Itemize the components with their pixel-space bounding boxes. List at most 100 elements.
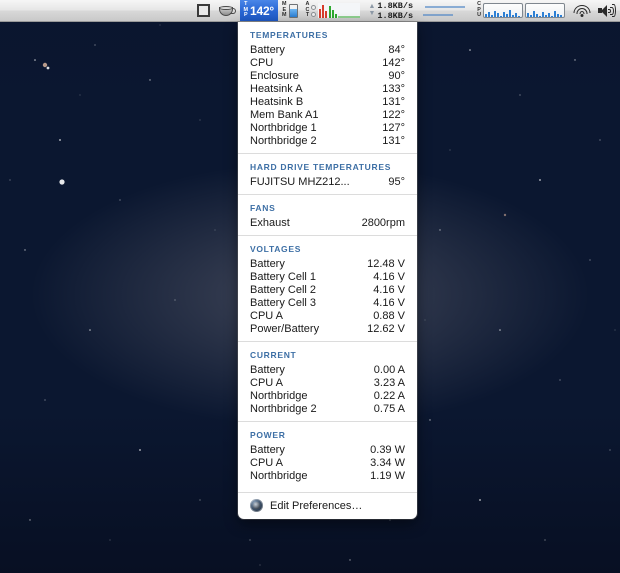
- sensor-label: CPU A: [250, 376, 284, 389]
- square-icon: [196, 4, 210, 17]
- cpu-menu-item[interactable]: C P U: [473, 0, 569, 21]
- sensor-row[interactable]: Northbridge 1.19 W: [238, 469, 417, 482]
- sensor-value: 0.39 W: [370, 443, 405, 456]
- edit-preferences-label: Edit Preferences…: [270, 499, 363, 512]
- memory-gauge-icon: [288, 3, 298, 18]
- sensor-row[interactable]: Heatsink B 131°: [238, 95, 417, 108]
- section-title: FANS: [250, 203, 276, 213]
- sensor-row[interactable]: Enclosure 90°: [238, 69, 417, 82]
- sensor-row[interactable]: Battery Cell 1 4.16 V: [238, 270, 417, 283]
- sensor-label: Northbridge 2: [250, 134, 317, 147]
- sensor-row[interactable]: CPU A 0.88 V: [238, 309, 417, 322]
- temperature-menu-item[interactable]: T M P 142°: [239, 0, 279, 21]
- sensor-row[interactable]: Battery 84°: [238, 43, 417, 56]
- wifi-icon: [573, 4, 590, 17]
- sensor-row[interactable]: Battery Cell 2 4.16 V: [238, 283, 417, 296]
- cpu-graph-2-icon: [525, 3, 565, 18]
- sensor-value: 127°: [382, 121, 405, 134]
- menu-bar: T M P 142° M E M A C T ▲ ▼ 1.8KB/s 1.8KB…: [0, 0, 620, 22]
- sensor-row[interactable]: Battery 0.39 W: [238, 443, 417, 456]
- act-label: A C T: [305, 1, 310, 19]
- sensor-label: Power/Battery: [250, 322, 320, 335]
- section-title: HARD DRIVE TEMPERATURES: [250, 162, 392, 172]
- tmp-label: T M P: [243, 1, 249, 19]
- sensor-value: 131°: [382, 134, 405, 147]
- sensor-row[interactable]: Mem Bank A1 122°: [238, 108, 417, 121]
- upload-speed: 1.8KB/s: [377, 0, 414, 11]
- sensor-value: 1.19 W: [370, 469, 405, 482]
- sensor-label: Enclosure: [250, 69, 299, 82]
- sensor-value: 133°: [382, 82, 405, 95]
- section-title: CURRENT: [250, 350, 297, 360]
- sensor-value: 131°: [382, 95, 405, 108]
- memory-menu-item[interactable]: M E M: [278, 0, 302, 21]
- speaker-icon: [598, 4, 616, 18]
- wifi-menu-item[interactable]: [569, 0, 594, 21]
- sensor-label: Northbridge: [250, 469, 308, 482]
- sensor-value: 0.22 A: [373, 389, 405, 402]
- sensor-value: 0.75 A: [373, 402, 405, 415]
- panel-section: POWER Battery 0.39 W CPU A 3.34 W Northbridge…: [238, 421, 417, 488]
- sensor-row[interactable]: Northbridge 0.22 A: [238, 389, 417, 402]
- sensor-value: 4.16 V: [373, 283, 405, 296]
- sensor-value: 142°: [382, 56, 405, 69]
- preferences-icon: [250, 499, 263, 512]
- sensor-row[interactable]: Battery 12.48 V: [238, 257, 417, 270]
- tmp-value: 142°: [250, 3, 275, 18]
- sensor-row[interactable]: Exhaust 2800rpm: [238, 216, 417, 229]
- sensor-row[interactable]: Heatsink A 133°: [238, 82, 417, 95]
- network-graph-icon: [423, 3, 467, 18]
- panel-section: CURRENT Battery 0.00 A CPU A 3.23 A Northbrid…: [238, 341, 417, 421]
- sensor-value: 12.62 V: [367, 322, 405, 335]
- sensor-label: Battery: [250, 43, 285, 56]
- sensor-label: Battery: [250, 443, 285, 456]
- sensor-value: 3.34 W: [370, 456, 405, 469]
- panel-section: HARD DRIVE TEMPERATURES FUJITSU MHZ212...…: [238, 153, 417, 194]
- sensor-row[interactable]: Battery Cell 3 4.16 V: [238, 296, 417, 309]
- network-speed-item[interactable]: ▲ ▼ 1.8KB/s 1.8KB/s: [364, 0, 417, 21]
- sensor-label: CPU A: [250, 309, 284, 322]
- sensor-label: Exhaust: [250, 216, 290, 229]
- sensor-label: Battery Cell 3: [250, 296, 317, 309]
- sensor-row[interactable]: CPU A 3.34 W: [238, 456, 417, 469]
- section-title: VOLTAGES: [250, 244, 302, 254]
- panel-sections: TEMPERATURES Battery 84° CPU 142° Enclosure 90…: [238, 22, 417, 488]
- activity-sparkline-icon: [318, 3, 361, 18]
- panel-section: TEMPERATURES Battery 84° CPU 142° Enclosure 90…: [238, 22, 417, 153]
- sensor-value: 95°: [388, 175, 405, 188]
- sensor-row[interactable]: CPU A 3.23 A: [238, 376, 417, 389]
- sensor-row[interactable]: CPU 142°: [238, 56, 417, 69]
- screen: T M P 142° M E M A C T ▲ ▼ 1.8KB/s 1.8KB…: [0, 0, 620, 573]
- sensor-label: Northbridge: [250, 389, 308, 402]
- activity-menu-item[interactable]: A C T: [302, 0, 365, 21]
- sensor-row[interactable]: Northbridge 2 0.75 A: [238, 402, 417, 415]
- caffeine-item[interactable]: [214, 0, 240, 21]
- window-icon-item[interactable]: [193, 0, 214, 21]
- sensor-value: 4.16 V: [373, 270, 405, 283]
- sensor-value: 12.48 V: [367, 257, 405, 270]
- section-title: POWER: [250, 430, 286, 440]
- sensor-label: Battery: [250, 363, 285, 376]
- sensor-label: Battery: [250, 257, 285, 270]
- sensor-label: Battery Cell 1: [250, 270, 317, 283]
- sensor-value: 0.00 A: [373, 363, 405, 376]
- panel-section: VOLTAGES Battery 12.48 V Battery Cell 1 4.16…: [238, 235, 417, 341]
- sensor-row[interactable]: Northbridge 2 131°: [238, 134, 417, 147]
- sensor-label: Heatsink A: [250, 82, 303, 95]
- sensor-row[interactable]: Battery 0.00 A: [238, 363, 417, 376]
- sensor-value: 3.23 A: [373, 376, 405, 389]
- sensor-row[interactable]: FUJITSU MHZ212... 95°: [238, 175, 417, 188]
- network-graph-item[interactable]: [417, 0, 473, 21]
- menu-bar-status-items: T M P 142° M E M A C T ▲ ▼ 1.8KB/s 1.8KB…: [193, 0, 620, 21]
- sensor-value: 4.16 V: [373, 296, 405, 309]
- sensor-label: CPU A: [250, 456, 284, 469]
- edit-preferences-item[interactable]: Edit Preferences…: [238, 492, 417, 515]
- updown-arrows-icon: ▲ ▼: [368, 3, 376, 17]
- sensor-row[interactable]: Power/Battery 12.62 V: [238, 322, 417, 335]
- activity-dots-icon: [311, 4, 317, 17]
- sensor-label: CPU: [250, 56, 274, 69]
- sensor-label: Heatsink B: [250, 95, 304, 108]
- sensor-row[interactable]: Northbridge 1 127°: [238, 121, 417, 134]
- section-title: TEMPERATURES: [250, 30, 329, 40]
- volume-menu-item[interactable]: [594, 0, 620, 21]
